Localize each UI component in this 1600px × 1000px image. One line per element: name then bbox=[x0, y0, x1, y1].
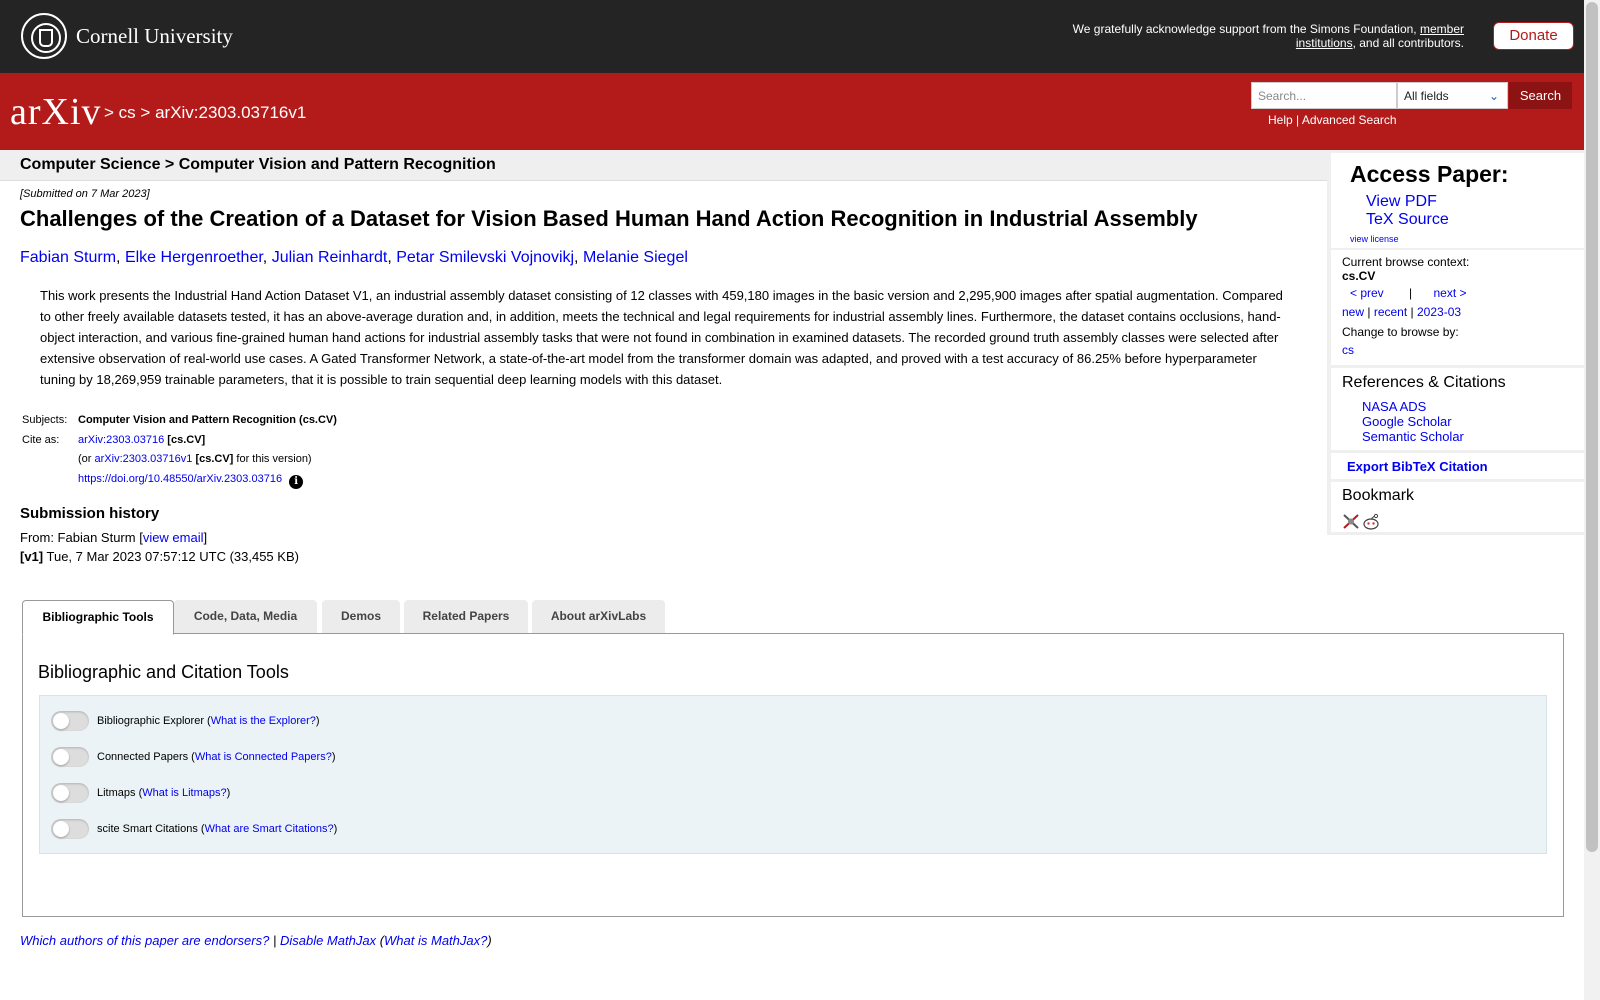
search-field-select[interactable]: All fields ⌄ bbox=[1397, 82, 1508, 109]
submission-date: [Submitted on 7 Mar 2023] bbox=[20, 188, 150, 200]
breadcrumb-cs[interactable]: cs bbox=[119, 103, 136, 122]
extra-services-sidebar: Access Paper: View PDF TeX Source view l… bbox=[1327, 150, 1584, 535]
prev-link[interactable]: < prev bbox=[1350, 286, 1384, 300]
scite-toggle[interactable] bbox=[51, 819, 89, 839]
tab-code-data-media[interactable]: Code, Data, Media bbox=[174, 600, 317, 633]
paper-title: Challenges of the Creation of a Dataset … bbox=[20, 206, 1198, 231]
cite-version-link[interactable]: arXiv:2303.03716v1 bbox=[95, 453, 193, 465]
recent-link[interactable]: recent bbox=[1374, 305, 1407, 319]
submission-from: From: Fabian Sturm [view email] bbox=[20, 530, 208, 545]
view-license-link[interactable]: view license bbox=[1350, 234, 1399, 244]
support-acknowledgement: We gratefully acknowledge support from t… bbox=[1072, 22, 1464, 50]
scrollbar-thumb[interactable] bbox=[1586, 2, 1598, 852]
author-link[interactable]: Melanie Siegel bbox=[583, 249, 688, 266]
abstract: This work presents the Industrial Hand A… bbox=[40, 288, 1283, 387]
export-bibtex-link[interactable]: Export BibTeX Citation bbox=[1347, 459, 1488, 474]
tool-row-explorer: Bibliographic Explorer (What is the Expl… bbox=[51, 710, 320, 732]
submission-history-title: Submission history bbox=[20, 505, 160, 522]
view-email-link[interactable]: view email bbox=[143, 530, 204, 545]
institution-name: Cornell University bbox=[76, 23, 233, 48]
cornell-seal-icon bbox=[21, 13, 67, 59]
access-paper-title: Access Paper: bbox=[1350, 161, 1509, 187]
tool-row-connected-papers: Connected Papers (What is Connected Pape… bbox=[51, 746, 335, 768]
disable-mathjax-link[interactable]: Disable MathJax bbox=[280, 933, 376, 948]
tab-related-papers[interactable]: Related Papers bbox=[404, 600, 528, 633]
donate-button[interactable]: Donate bbox=[1493, 22, 1574, 50]
chevron-down-icon: ⌄ bbox=[1488, 89, 1499, 103]
tool-list: Bibliographic Explorer (What is the Expl… bbox=[39, 695, 1547, 854]
cite-label: Cite as: bbox=[22, 433, 60, 446]
tab-about-arxivlabs[interactable]: About arXivLabs bbox=[532, 600, 665, 633]
bibsonomy-icon[interactable] bbox=[1342, 513, 1360, 530]
endorsers-link[interactable]: Which authors of this paper are endorser… bbox=[20, 933, 269, 948]
author-link[interactable]: Julian Reinhardt bbox=[272, 249, 388, 266]
author-link[interactable]: Petar Smilevski Vojnovikj bbox=[396, 249, 574, 266]
tool-row-scite: scite Smart Citations (What are Smart Ci… bbox=[51, 818, 337, 840]
advanced-search-link[interactable]: Advanced Search bbox=[1302, 113, 1397, 127]
subject-heading-bar: Computer Science > Computer Vision and P… bbox=[0, 150, 1327, 181]
what-is-mathjax-link[interactable]: What is MathJax? bbox=[384, 933, 487, 948]
doi-link[interactable]: https://doi.org/10.48550/arXiv.2303.0371… bbox=[78, 473, 282, 485]
subjects-value: Computer Vision and Pattern Recognition … bbox=[78, 414, 337, 426]
author-list: Fabian Sturm, Elke Hergenroether, Julian… bbox=[20, 249, 688, 266]
tex-source-link[interactable]: TeX Source bbox=[1366, 211, 1449, 229]
help-link[interactable]: Help bbox=[1268, 113, 1293, 127]
page-scrollbar[interactable] bbox=[1584, 0, 1600, 1000]
what-are-smart-citations-link[interactable]: What are Smart Citations? bbox=[205, 823, 334, 835]
breadcrumb: > cs > arXiv:2303.03716v1 bbox=[104, 103, 307, 122]
browse-context-label: Current browse context: bbox=[1342, 255, 1470, 269]
breadcrumb-paper-id: arXiv:2303.03716v1 bbox=[155, 103, 307, 122]
what-is-explorer-link[interactable]: What is the Explorer? bbox=[211, 715, 316, 727]
browse-cs-link[interactable]: cs bbox=[1342, 343, 1354, 357]
connected-papers-toggle[interactable] bbox=[51, 747, 89, 767]
references-box: References & Citations NASA ADS Google S… bbox=[1331, 368, 1584, 450]
cornell-logo-link[interactable]: Cornell University bbox=[21, 13, 233, 59]
nasa-ads-link[interactable]: NASA ADS bbox=[1362, 399, 1426, 414]
subjects-label: Subjects: bbox=[22, 414, 68, 426]
bookmark-box: Bookmark bbox=[1331, 482, 1584, 532]
arxiv-logo[interactable]: arXiv bbox=[10, 90, 102, 134]
export-box: Export BibTeX Citation bbox=[1331, 453, 1584, 479]
institution-banner: Cornell University We gratefully acknowl… bbox=[0, 0, 1584, 73]
arxiv-header: arXiv > cs > arXiv:2303.03716v1 Search..… bbox=[0, 73, 1584, 150]
search-input[interactable]: Search... bbox=[1251, 82, 1397, 109]
reddit-icon[interactable] bbox=[1362, 513, 1380, 530]
bookmark-title: Bookmark bbox=[1342, 487, 1415, 504]
google-scholar-link[interactable]: Google Scholar bbox=[1362, 414, 1452, 429]
semantic-scholar-link[interactable]: Semantic Scholar bbox=[1362, 429, 1464, 444]
version-entry: [v1] Tue, 7 Mar 2023 07:57:12 UTC (33,45… bbox=[20, 549, 299, 564]
what-is-litmaps-link[interactable]: What is Litmaps? bbox=[142, 787, 226, 799]
next-link[interactable]: next > bbox=[1434, 286, 1467, 300]
access-paper-box: Access Paper: View PDF TeX Source view l… bbox=[1331, 153, 1584, 248]
author-link[interactable]: Elke Hergenroether bbox=[125, 249, 263, 266]
view-pdf-link[interactable]: View PDF bbox=[1366, 193, 1437, 211]
litmaps-toggle[interactable] bbox=[51, 783, 89, 803]
cite-arxiv-link[interactable]: arXiv:2303.03716 bbox=[78, 434, 164, 446]
search-button[interactable]: Search bbox=[1509, 82, 1572, 109]
month-link[interactable]: 2023-03 bbox=[1417, 305, 1461, 319]
tool-row-litmaps: Litmaps (What is Litmaps?) bbox=[51, 782, 230, 804]
subject-heading: Computer Science > Computer Vision and P… bbox=[20, 156, 496, 173]
references-title: References & Citations bbox=[1342, 374, 1506, 391]
bibliographic-tools-panel: Bibliographic and Citation Tools Bibliog… bbox=[22, 633, 1564, 917]
new-link[interactable]: new bbox=[1342, 305, 1364, 319]
footer-links: Which authors of this paper are endorser… bbox=[20, 933, 492, 948]
panel-title: Bibliographic and Citation Tools bbox=[38, 662, 289, 682]
explorer-toggle[interactable] bbox=[51, 711, 89, 731]
browse-context-box: Current browse context: cs.CV < prev | n… bbox=[1331, 250, 1584, 365]
info-icon[interactable]: i bbox=[289, 474, 304, 489]
author-link[interactable]: Fabian Sturm bbox=[20, 249, 116, 266]
help-links: Help | Advanced Search bbox=[1268, 113, 1397, 127]
tab-bibliographic-tools[interactable]: Bibliographic Tools bbox=[22, 600, 174, 635]
browse-context-value: cs.CV bbox=[1342, 269, 1376, 283]
tab-demos[interactable]: Demos bbox=[322, 600, 400, 633]
change-browse-label: Change to browse by: bbox=[1342, 325, 1459, 339]
what-is-connected-papers-link[interactable]: What is Connected Papers? bbox=[195, 751, 332, 763]
